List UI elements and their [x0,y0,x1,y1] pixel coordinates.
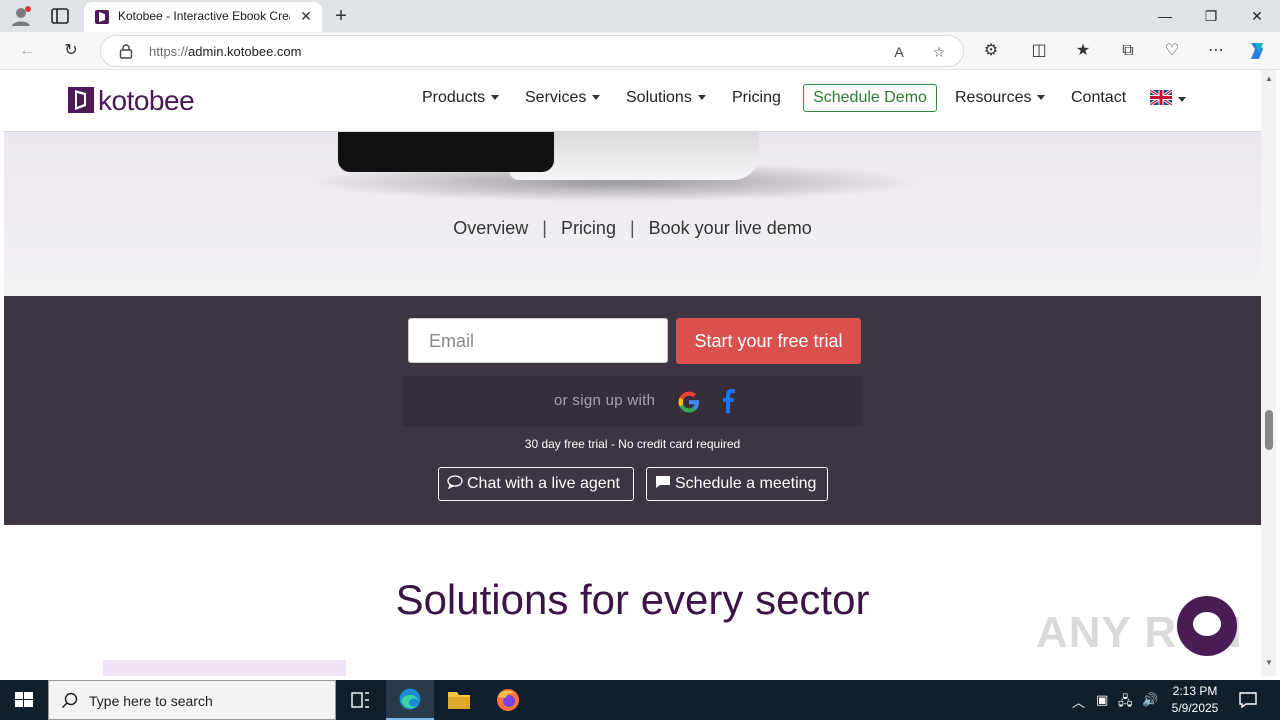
pricing-link[interactable]: Pricing [561,218,616,238]
page-viewport: kotobee Products Services Solutions Pric… [4,70,1261,676]
read-aloud-icon[interactable]: A [889,42,909,62]
email-placeholder: Email [429,331,475,351]
lock-icon[interactable] [119,43,133,59]
new-tab-icon[interactable]: + [330,5,352,27]
tab-actions-icon[interactable] [50,7,70,25]
usb-device-icon[interactable]: ▣ [1096,692,1108,708]
page-scrollbar[interactable]: ▲ ▼ [1261,70,1276,676]
chat-live-agent-label: Chat with a live agent [467,475,620,492]
site-header: kotobee Products Services Solutions Pric… [4,70,1261,132]
schedule-meeting-button[interactable]: Schedule a meeting [646,467,828,501]
file-explorer-icon[interactable] [435,680,483,720]
chat-live-agent-button[interactable]: Chat with a live agent [438,467,634,501]
tab-title: Kotobee - Interactive Ebook Crea [118,9,290,23]
logo-text: kotobee [98,85,195,116]
clock-date: 5/9/2025 [1171,701,1219,715]
nav-resources-label: Resources [955,89,1032,106]
network-icon[interactable]: 🖧 [1118,692,1133,714]
split-screen-icon[interactable]: ◫ [1026,39,1052,63]
hero-section: Overview | Pricing | Book your live demo [4,122,1261,296]
nav-contact[interactable]: Contact [1071,89,1126,107]
caret-down-icon [592,95,601,101]
refresh-icon[interactable]: ↻ [58,39,84,63]
windows-taskbar: Type here to search ︿ ▣ 🖧 🔊 2:13 PM 5/9/… [0,680,1280,720]
firefox-icon[interactable] [484,680,532,720]
social-signup-box: or sign up with [402,376,863,426]
caret-down-icon [491,95,500,101]
link-separator: | [629,218,635,238]
minimize-icon[interactable]: — [1142,0,1188,32]
email-field[interactable]: Email [408,318,668,363]
more-menu-icon[interactable]: ⋯ [1203,39,1229,63]
sign-up-with-label: or sign up with [554,392,656,409]
chat-bubble-icon [447,475,463,489]
browser-toolbar: ← ↻ https://admin.kotobee.com A ☆ ⚙ ◫ ★ … [0,32,1280,70]
chat-widget-button[interactable] [1177,596,1237,656]
solution-card[interactable] [103,660,346,676]
message-square-icon [656,476,670,488]
active-tab[interactable]: Kotobee - Interactive Ebook Crea ✕ [84,2,322,32]
search-icon [61,692,78,709]
windows-start-icon[interactable] [0,680,48,720]
google-icon[interactable] [676,389,702,415]
kotobee-favicon-icon [95,10,109,24]
free-trial-band: Email Start your free trial or sign up w… [4,296,1261,525]
nav-pricing[interactable]: Pricing [732,89,781,107]
task-view-icon[interactable] [336,680,384,720]
favorite-star-icon[interactable]: ☆ [929,42,949,62]
browser-tab-strip: Kotobee - Interactive Ebook Crea ✕ + — ❐… [0,0,1280,32]
schedule-meeting-label: Schedule a meeting [675,475,817,492]
edge-taskbar-icon[interactable] [386,680,434,720]
facebook-icon[interactable] [720,388,738,414]
language-caret-icon[interactable] [1178,97,1186,102]
nav-solutions[interactable]: Solutions [626,89,706,107]
restore-icon[interactable]: ❐ [1188,0,1234,32]
address-bar[interactable]: https://admin.kotobee.com A ☆ [100,35,964,67]
trial-note: 30 day free trial - No credit card requi… [524,437,741,451]
scroll-down-icon[interactable]: ▼ [1264,658,1274,667]
url-host: admin.kotobee.com [188,44,302,59]
nav-contact-label: Contact [1071,89,1127,106]
scroll-thumb[interactable] [1265,410,1273,450]
window-close-icon[interactable]: ✕ [1234,0,1280,32]
nav-services[interactable]: Services [525,89,601,107]
tab-close-icon[interactable]: ✕ [298,8,314,24]
taskbar-clock[interactable]: 2:13 PM 5/9/2025 [1160,683,1230,717]
favorites-icon[interactable]: ★ [1070,39,1096,63]
start-free-trial-button[interactable]: Start your free trial [676,318,861,364]
link-separator: | [542,218,547,238]
caret-down-icon [697,95,706,101]
chat-widget-icon [1193,612,1221,636]
hero-links: Overview | Pricing | Book your live demo [4,218,1261,239]
nav-solutions-label: Solutions [626,89,692,106]
book-demo-link[interactable]: Book your live demo [649,218,812,238]
collections-icon[interactable]: ⧉ [1115,39,1141,63]
nav-products-label: Products [422,89,486,106]
nav-pricing-label: Pricing [732,89,781,106]
extensions-icon[interactable]: ⚙ [978,39,1004,63]
volume-icon[interactable]: 🔊 [1142,692,1158,708]
uk-flag-icon[interactable] [1150,90,1172,105]
url-text[interactable]: https://admin.kotobee.com [149,44,301,59]
nav-resources[interactable]: Resources [955,89,1046,107]
schedule-demo-button[interactable]: Schedule Demo [803,84,937,112]
url-scheme: https:// [149,44,189,59]
show-hidden-icons-icon[interactable]: ︿ [1072,692,1085,711]
clock-time: 2:13 PM [1172,684,1218,698]
kotobee-logo-icon [68,87,94,113]
caret-down-icon [1037,95,1046,101]
notification-icon[interactable] [1238,690,1258,710]
taskbar-search-placeholder: Type here to search [89,693,213,709]
profile-icon[interactable] [10,5,32,27]
taskbar-search-field[interactable]: Type here to search [48,680,336,720]
nav-products[interactable]: Products [422,89,500,107]
nav-services-label: Services [525,89,587,106]
overview-link[interactable]: Overview [453,218,528,238]
back-icon[interactable]: ← [14,39,40,63]
browser-essentials-icon[interactable]: ♡ [1159,39,1185,63]
copilot-icon[interactable] [1244,39,1270,63]
scroll-up-icon[interactable]: ▲ [1264,74,1274,83]
